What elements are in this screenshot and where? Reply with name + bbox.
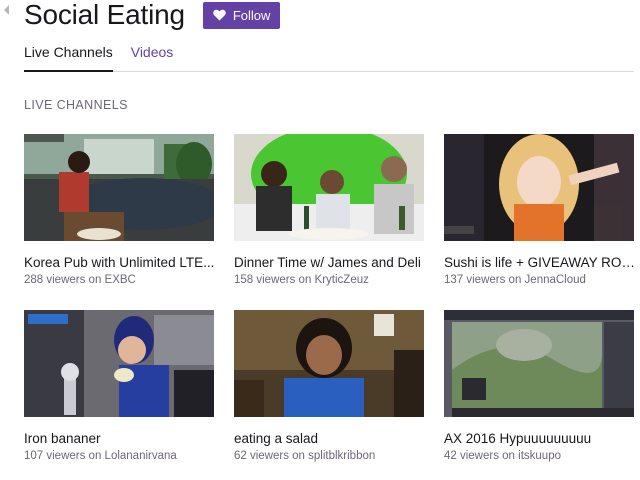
channel-title[interactable]: Dinner Time w/ James and Deli: [234, 255, 426, 270]
follow-button[interactable]: Follow: [202, 1, 281, 29]
tab-bar: Live Channels Videos: [24, 44, 634, 72]
follow-label: Follow: [232, 7, 271, 23]
thumbnail-image: [444, 310, 634, 417]
channel-thumbnail[interactable]: [444, 310, 634, 417]
thumbnail-image: [444, 134, 634, 241]
channel-thumbnail[interactable]: [444, 134, 634, 241]
thumbnail-image: [24, 310, 214, 417]
thumbnail-image: [24, 134, 214, 241]
channel-thumbnail[interactable]: [24, 310, 214, 417]
channel-card[interactable]: eating a salad 62 viewers on splitblkrib…: [234, 310, 426, 462]
channel-viewers[interactable]: 107 viewers on Lolananirvana: [24, 450, 216, 462]
channel-viewers[interactable]: 137 viewers on JennaCloud: [444, 274, 636, 286]
channel-card[interactable]: AX 2016 Hypuuuuuuuuu 42 viewers on itsku…: [444, 310, 636, 462]
channel-viewers[interactable]: 158 viewers on KryticZeuz: [234, 274, 426, 286]
back-arrow-icon[interactable]: [4, 5, 9, 15]
channel-card[interactable]: Iron bananer 107 viewers on Lolananirvan…: [24, 310, 216, 462]
channel-card[interactable]: Korea Pub with Unlimited LTE... 288 view…: [24, 134, 216, 286]
channel-viewers[interactable]: 288 viewers on EXBC: [24, 274, 216, 286]
thumbnail-image: [234, 134, 424, 241]
channel-card[interactable]: Dinner Time w/ James and Deli 158 viewer…: [234, 134, 426, 286]
tab-live-channels[interactable]: Live Channels: [24, 44, 113, 72]
channel-thumbnail[interactable]: [234, 134, 424, 241]
channel-title[interactable]: Iron bananer: [24, 431, 216, 446]
heart-icon: [213, 9, 226, 21]
channel-title[interactable]: Sushi is life + GIVEAWAY ROC...: [444, 255, 636, 270]
page-title: Social Eating: [24, 0, 185, 30]
channel-viewers[interactable]: 42 viewers on itskuupo: [444, 450, 636, 462]
channel-thumbnail[interactable]: [24, 134, 214, 241]
section-heading: LIVE CHANNELS: [24, 98, 128, 112]
channel-viewers[interactable]: 62 viewers on splitblkribbon: [234, 450, 426, 462]
channel-title[interactable]: eating a salad: [234, 431, 426, 446]
channel-card[interactable]: Sushi is life + GIVEAWAY ROC... 137 view…: [444, 134, 636, 286]
tab-videos[interactable]: Videos: [131, 44, 174, 71]
thumbnail-image: [234, 310, 424, 417]
channel-title[interactable]: AX 2016 Hypuuuuuuuuu: [444, 431, 636, 446]
channel-title[interactable]: Korea Pub with Unlimited LTE...: [24, 255, 216, 270]
channel-thumbnail[interactable]: [234, 310, 424, 417]
channel-header: Social Eating Follow: [24, 0, 281, 30]
